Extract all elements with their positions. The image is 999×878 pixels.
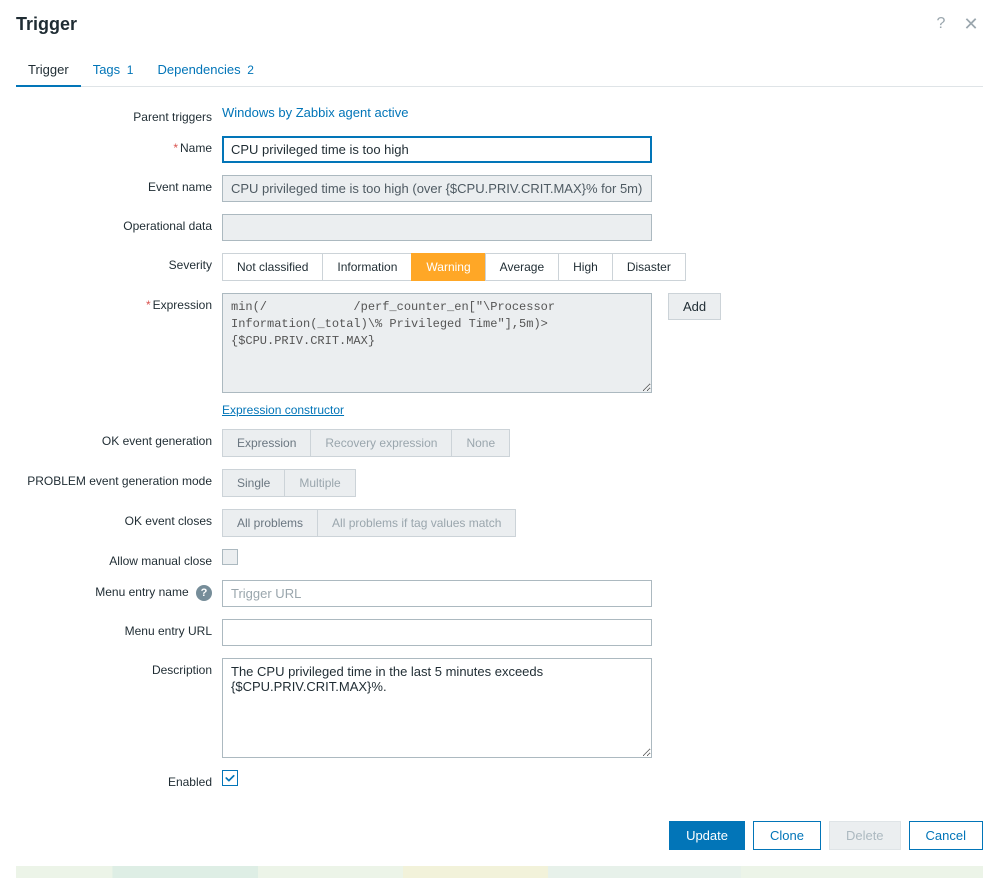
tab-trigger[interactable]: Trigger [16,54,81,87]
severity-high[interactable]: High [558,253,613,281]
label-severity: Severity [16,253,222,272]
menu-entry-name-input[interactable] [222,580,652,607]
tab-dependencies[interactable]: Dependencies 2 [145,54,265,87]
severity-information[interactable]: Information [322,253,412,281]
parent-triggers-link[interactable]: Windows by Zabbix agent active [222,105,408,120]
background-strip [16,866,983,878]
menu-entry-url-input[interactable] [222,619,652,646]
name-input[interactable] [222,136,652,163]
problem-gen-single: Single [222,469,285,497]
tab-deps-count: 2 [247,63,254,77]
label-menu-url: Menu entry URL [16,619,222,638]
expression-constructor-link[interactable]: Expression constructor [222,403,344,417]
footer: Update Clone Delete Cancel [0,801,999,866]
event-name-input[interactable] [222,175,652,202]
label-parent-triggers: Parent triggers [16,105,222,124]
cancel-button[interactable]: Cancel [909,821,983,850]
delete-button: Delete [829,821,901,850]
allow-manual-checkbox[interactable] [222,549,238,565]
ok-gen-recovery: Recovery expression [310,429,452,457]
ok-closes-tag: All problems if tag values match [317,509,516,537]
tabs: Trigger Tags 1 Dependencies 2 [16,54,983,87]
ok-closes-group: All problems All problems if tag values … [222,509,516,537]
ok-closes-all: All problems [222,509,318,537]
severity-warning[interactable]: Warning [411,253,485,281]
update-button[interactable]: Update [669,821,745,850]
close-icon[interactable]: ✕ [959,12,983,36]
enabled-checkbox[interactable] [222,770,238,786]
tab-tags[interactable]: Tags 1 [81,54,146,87]
label-menu-name: Menu entry name [95,585,188,599]
clone-button[interactable]: Clone [753,821,821,850]
expression-textarea[interactable]: min(/ /perf_counter_en["\Processor Infor… [222,293,652,393]
ok-gen-group: Expression Recovery expression None [222,429,510,457]
help-icon[interactable]: ? [196,585,212,601]
ok-gen-none: None [451,429,510,457]
help-icon[interactable]: ? [929,12,953,36]
label-ok-gen: OK event generation [16,429,222,448]
tab-deps-label: Dependencies [157,62,240,77]
tab-tags-label: Tags [93,62,120,77]
label-event-name: Event name [16,175,222,194]
severity-disaster[interactable]: Disaster [612,253,686,281]
label-operational-data: Operational data [16,214,222,233]
label-allow-manual: Allow manual close [16,549,222,568]
tab-tags-count: 1 [127,63,134,77]
label-expression: Expression [153,298,212,312]
label-name: Name [180,141,212,155]
operational-data-input[interactable] [222,214,652,241]
label-description: Description [16,658,222,677]
description-textarea[interactable]: The CPU privileged time in the last 5 mi… [222,658,652,758]
expression-add-button[interactable]: Add [668,293,721,320]
ok-gen-expression: Expression [222,429,311,457]
problem-gen-multiple: Multiple [284,469,355,497]
problem-gen-group: Single Multiple [222,469,356,497]
severity-group: Not classified Information Warning Avera… [222,253,686,281]
label-problem-gen: PROBLEM event generation mode [16,469,222,488]
label-enabled: Enabled [16,770,222,789]
page-title: Trigger [16,14,77,35]
label-ok-closes: OK event closes [16,509,222,528]
severity-not-classified[interactable]: Not classified [222,253,323,281]
severity-average[interactable]: Average [485,253,559,281]
